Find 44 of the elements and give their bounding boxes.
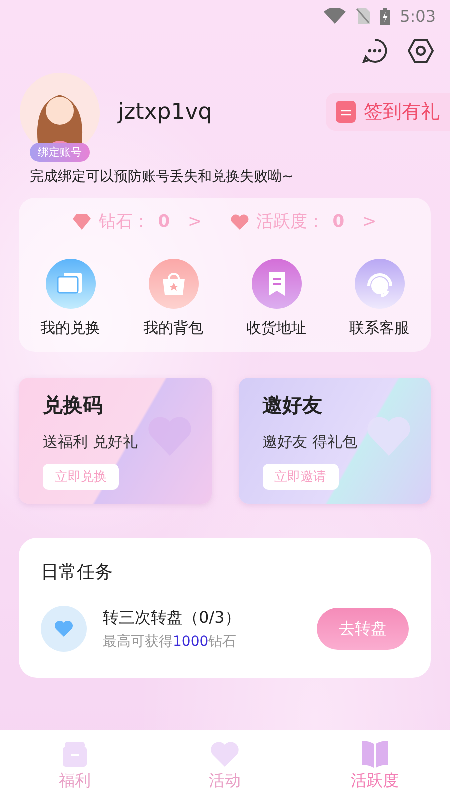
promo-button[interactable]: 立即邀请 (262, 464, 338, 490)
bookmark-icon (252, 259, 302, 309)
section-title: 日常任务 (41, 561, 114, 584)
no-sim-icon (356, 8, 370, 24)
chevron-icon[interactable]: > (362, 212, 377, 232)
settings-icon[interactable] (408, 38, 434, 64)
book-icon (360, 738, 390, 768)
stat-label[interactable]: 活跃度： (256, 210, 325, 233)
nav-tab[interactable]: 活跃度 (300, 730, 450, 800)
checkin-button[interactable]: 签到有礼 (326, 93, 450, 131)
promo-subtitle: 送福利 兑好礼 (43, 433, 139, 452)
task-reward: 最高可获得1000钻石 (103, 632, 238, 650)
bind-hint: 完成绑定可以预防账号丢失和兑换失败呦~ (29, 168, 295, 186)
diamond-icon (73, 214, 92, 230)
stat-value: 0 (158, 212, 170, 232)
task-button[interactable]: 去转盘 (317, 608, 409, 650)
shortcut-button[interactable]: 我的背包 (122, 259, 225, 338)
bag-icon (148, 259, 198, 309)
card-icon (46, 259, 96, 309)
chat-icon[interactable] (362, 38, 388, 64)
shortcut-button[interactable]: 联系客服 (328, 259, 431, 338)
promo-title: 邀好友 (262, 392, 324, 419)
promo-card[interactable]: 兑换码 送福利 兑好礼 立即兑换 (19, 378, 212, 504)
username: jztxp1vq (118, 100, 214, 124)
promo-title: 兑换码 (43, 392, 104, 419)
wifi-icon (324, 8, 346, 24)
calendar-icon (336, 101, 356, 123)
nav-tab[interactable]: 福利 (0, 730, 150, 800)
shortcut-button[interactable]: 收货地址 (225, 259, 328, 338)
stat-label[interactable]: 钻石： (99, 210, 150, 233)
flame-heart-icon (230, 214, 249, 230)
bind-account-label[interactable]: 绑定账号 (30, 142, 90, 162)
status-time: 5:03 (400, 6, 436, 26)
promo-card[interactable]: 邀好友 邀好友 得礼包 立即邀请 (238, 378, 431, 504)
avatar-icon[interactable] (20, 72, 100, 142)
promo-button[interactable]: 立即兑换 (43, 464, 119, 490)
nav-tab[interactable]: 活动 (150, 730, 300, 800)
stat-value: 0 (332, 212, 345, 232)
shortcut-button[interactable]: 我的兑换 (19, 259, 122, 338)
headset-icon (354, 259, 404, 309)
battery-icon (380, 8, 390, 24)
task-name: 转三次转盘（0/3） (103, 608, 242, 628)
chevron-icon[interactable]: > (188, 212, 202, 232)
promo-subtitle: 邀好友 得礼包 (262, 433, 358, 452)
